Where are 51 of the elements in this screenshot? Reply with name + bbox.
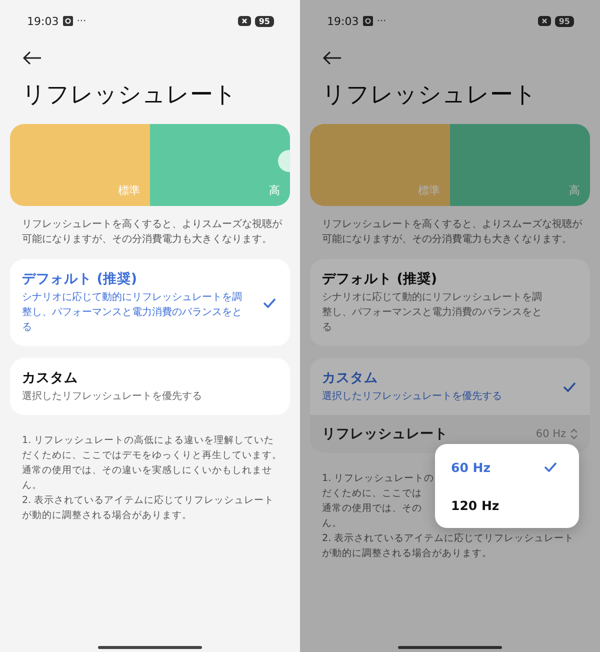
- status-time: 19:03: [27, 14, 59, 28]
- description-line: 可能になりますが、その分消費電力も大きくなります。: [322, 232, 572, 247]
- note-line: だくために、ここではデモをゆっくりと再生しています。: [22, 449, 282, 463]
- close-icon: [238, 16, 251, 26]
- standard-label: 標準: [418, 183, 440, 198]
- note-line: が動的に調整される場合があります。: [22, 509, 192, 523]
- check-icon: [563, 382, 576, 392]
- note-line: 通常の使用では、その: [322, 502, 422, 516]
- page-title: リフレッシュレート: [322, 81, 538, 110]
- note-line: が動的に調整される場合があります。: [322, 547, 492, 561]
- option-row[interactable]: カスタム 選択したリフレッシュレートを優先する: [10, 358, 290, 415]
- note-line: 1. リフレッシュレートの高低による違いを理解していた: [22, 434, 274, 448]
- note-line: だくために、ここでは: [322, 487, 422, 501]
- rate-value: 60 Hz: [536, 428, 566, 440]
- option-subtitle: 選択したリフレッシュレートを優先する: [322, 390, 503, 404]
- check-icon: [263, 298, 276, 308]
- up-down-chevron-icon: [570, 428, 578, 440]
- option-title: カスタム: [322, 369, 379, 387]
- option-title: デフォルト (推奨): [22, 270, 138, 288]
- more-indicator: ···: [376, 16, 386, 26]
- option-row[interactable]: デフォルト (推奨) シナリオに応じて動的にリフレッシュレートを調整し、パフォーマンスと電力消費のバランスをとる: [310, 259, 590, 346]
- battery-level: 95: [554, 16, 574, 26]
- check-icon: [544, 462, 557, 472]
- back-arrow-icon[interactable]: [22, 51, 42, 65]
- close-icon: [538, 16, 551, 26]
- description-line: リフレッシュレートを高くすると、よりスムーズな視聴が: [322, 218, 582, 232]
- standard-label: 標準: [118, 183, 140, 198]
- note-line: 1. リフレッシュレートの: [322, 472, 434, 486]
- high-label: 高: [269, 183, 280, 198]
- description-line: 可能になりますが、その分消費電力も大きくなります。: [22, 232, 272, 247]
- page-title: リフレッシュレート: [22, 81, 238, 110]
- note-line: 通常の使用では、その違いを実感しにくいかもしれませ: [22, 464, 272, 478]
- option-row[interactable]: デフォルト (推奨) シナリオに応じて動的にリフレッシュレートを調整し、パフォーマンスと電力消費のバランスをとる: [10, 259, 290, 346]
- battery-level: 95: [254, 16, 274, 26]
- menu-item[interactable]: 120 Hz: [435, 486, 579, 524]
- note-line: ん。: [22, 479, 42, 493]
- option-row[interactable]: カスタム 選択したリフレッシュレートを優先する: [310, 358, 590, 415]
- option-title: デフォルト (推奨): [322, 270, 438, 288]
- description-line: リフレッシュレートを高くすると、よりスムーズな視聴が: [22, 218, 282, 232]
- option-subtitle: シナリオに応じて動的にリフレッシュレートを調整し、パフォーマンスと電力消費のバランスをとる: [22, 290, 243, 335]
- option-subtitle: シナリオに応じて動的にリフレッシュレートを調整し、パフォーマンスと電力消費のバランスをとる: [322, 290, 543, 335]
- option-title: カスタム: [22, 369, 79, 387]
- status-time: 19:03: [327, 14, 359, 28]
- more-indicator: ···: [76, 16, 86, 26]
- back-arrow-icon[interactable]: [322, 51, 342, 65]
- high-label: 高: [569, 183, 580, 198]
- note-line: ん。: [322, 517, 342, 531]
- rate-label: リフレッシュレート: [322, 425, 449, 443]
- note-line: 2. 表示されているアイテムに応じてリフレッシュレート: [22, 494, 274, 508]
- note-line: 2. 表示されているアイテムに応じてリフレッシュレート: [322, 532, 574, 546]
- option-subtitle: 選択したリフレッシュレートを優先する: [22, 390, 203, 404]
